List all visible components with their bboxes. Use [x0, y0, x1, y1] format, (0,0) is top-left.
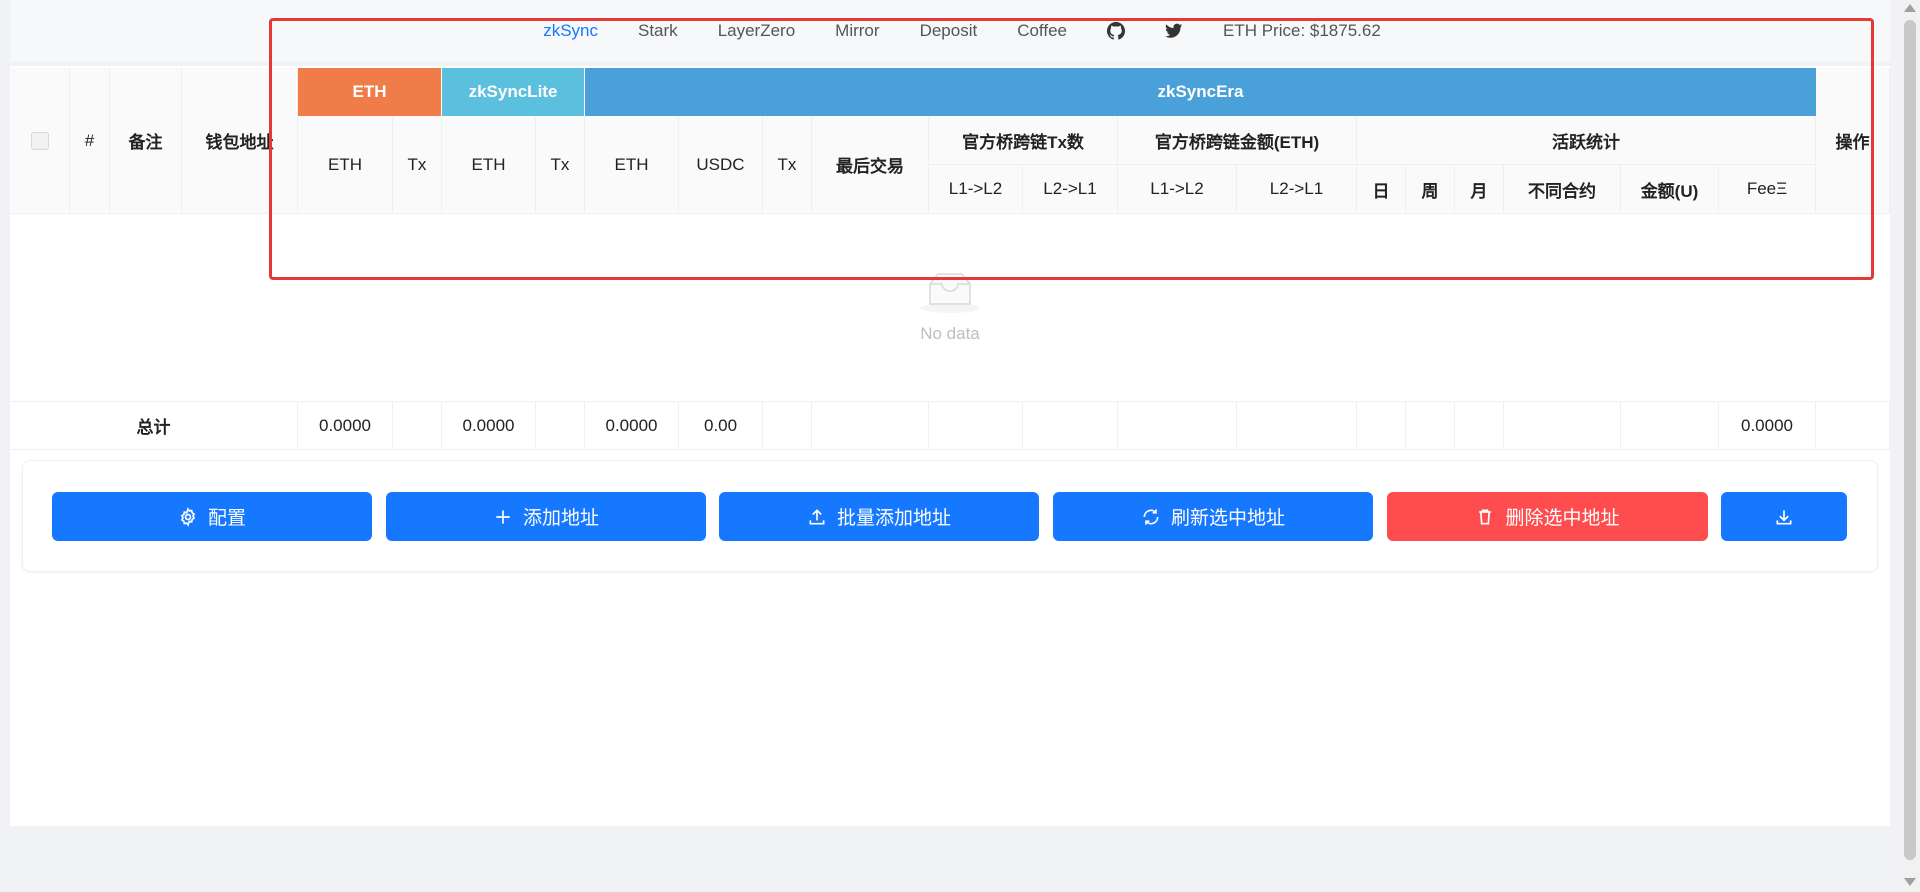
- delete-selected-label: 删除选中地址: [1505, 508, 1620, 529]
- header-note: 备注: [110, 68, 182, 214]
- header-index: #: [70, 68, 110, 214]
- totals-eth-eth: 0.0000: [298, 401, 393, 450]
- batch-add-button[interactable]: 批量添加地址: [719, 492, 1039, 541]
- totals-last-tx: [812, 401, 929, 450]
- github-icon[interactable]: [1106, 22, 1125, 40]
- refresh-selected-button[interactable]: 刷新选中地址: [1053, 492, 1373, 541]
- empty-text: No data: [920, 324, 980, 343]
- header-address: 钱包地址: [182, 68, 298, 214]
- group-zksynclite: zkSyncLite: [442, 68, 584, 116]
- header-eth-eth: ETH: [298, 116, 393, 214]
- totals-amount: [1621, 401, 1719, 450]
- header-bridge-amt-l2l1: L2->L1: [1237, 165, 1357, 214]
- header-activity-fee: FeeΞ: [1719, 165, 1816, 214]
- add-address-button[interactable]: 添加地址: [386, 492, 706, 541]
- totals-era-usdc: 0.00: [679, 401, 763, 450]
- plus-icon: [496, 509, 510, 524]
- download-icon: [1776, 509, 1792, 524]
- header-activity-day: 日: [1357, 165, 1406, 214]
- header-lite-eth: ETH: [442, 116, 536, 214]
- totals-bridge-tx-l2l1: [1023, 401, 1118, 450]
- config-button-label: 配置: [207, 508, 246, 529]
- nav-link-mirror[interactable]: Mirror: [835, 21, 879, 41]
- totals-lite-tx: [536, 401, 585, 450]
- totals-label: 总计: [10, 401, 298, 450]
- header-era-tx: Tx: [763, 116, 812, 214]
- group-eth: ETH: [298, 68, 441, 116]
- header-lite-tx: Tx: [536, 116, 585, 214]
- totals-week: [1406, 401, 1455, 450]
- twitter-icon[interactable]: [1164, 22, 1183, 40]
- totals-action: [1816, 401, 1890, 450]
- header-action: 操作: [1816, 68, 1890, 214]
- select-all-cell: [10, 68, 70, 214]
- header-activity-contracts: 不同合约: [1504, 165, 1621, 214]
- upload-icon: [809, 508, 825, 524]
- header-last-tx: 最后交易: [812, 116, 929, 214]
- trash-icon: [1479, 509, 1492, 524]
- header-bridge-tx-l1l2: L1->L2: [929, 165, 1023, 214]
- totals-bridge-amt-l1l2: [1118, 401, 1237, 450]
- totals-eth-tx: [393, 401, 442, 450]
- scroll-up-arrow-icon[interactable]: [1904, 4, 1916, 12]
- header-activity-amount: 金额(U): [1621, 165, 1719, 214]
- group-zksyncera: zkSyncEra: [585, 68, 1816, 116]
- header-bridge-amount: 官方桥跨链金额(ETH): [1118, 116, 1357, 165]
- header-activity: 活跃统计: [1357, 116, 1816, 165]
- batch-add-label: 批量添加地址: [836, 508, 951, 529]
- totals-bridge-amt-l2l1: [1237, 401, 1357, 450]
- nav-link-deposit[interactable]: Deposit: [920, 21, 978, 41]
- refresh-selected-label: 刷新选中地址: [1170, 508, 1285, 529]
- select-all-checkbox[interactable]: [30, 131, 49, 150]
- empty-state: No data: [10, 214, 1890, 400]
- header-activity-week: 周: [1406, 165, 1455, 214]
- totals-month: [1455, 401, 1504, 450]
- empty-inbox-icon: [918, 270, 982, 314]
- header-era-eth: ETH: [585, 116, 679, 214]
- add-address-label: 添加地址: [522, 508, 599, 529]
- refresh-icon: [1143, 509, 1159, 524]
- download-button[interactable]: [1721, 492, 1847, 541]
- nav-link-coffee[interactable]: Coffee: [1017, 21, 1067, 41]
- nav-link-stark[interactable]: Stark: [638, 21, 678, 41]
- scroll-down-arrow-icon[interactable]: [1904, 878, 1916, 886]
- totals-fee: 0.0000: [1719, 401, 1816, 450]
- gear-icon: [180, 506, 196, 527]
- totals-era-tx: [763, 401, 812, 450]
- totals-lite-eth: 0.0000: [442, 401, 536, 450]
- totals-contracts: [1504, 401, 1621, 450]
- header-era-usdc: USDC: [679, 116, 763, 214]
- header-bridge-tx-l2l1: L2->L1: [1023, 165, 1118, 214]
- scrollbar-thumb[interactable]: [1904, 20, 1916, 860]
- eth-price: ETH Price: $1875.62: [1222, 21, 1381, 40]
- totals-era-eth: 0.0000: [585, 401, 679, 450]
- totals-bridge-tx-l1l2: [929, 401, 1023, 450]
- header-bridge-amt-l1l2: L1->L2: [1118, 165, 1237, 214]
- header-activity-month: 月: [1455, 165, 1504, 214]
- top-nav: zkSync Stark LayerZero Mirror Deposit Co…: [0, 0, 1920, 62]
- header-bridge-tx: 官方桥跨链Tx数: [929, 116, 1118, 165]
- config-button[interactable]: 配置: [52, 492, 372, 541]
- totals-day: [1357, 401, 1406, 450]
- delete-selected-button[interactable]: 删除选中地址: [1387, 492, 1708, 541]
- header-eth-tx: Tx: [393, 116, 442, 214]
- nav-link-layerzero[interactable]: LayerZero: [718, 21, 795, 41]
- nav-link-zksync[interactable]: zkSync: [543, 21, 598, 41]
